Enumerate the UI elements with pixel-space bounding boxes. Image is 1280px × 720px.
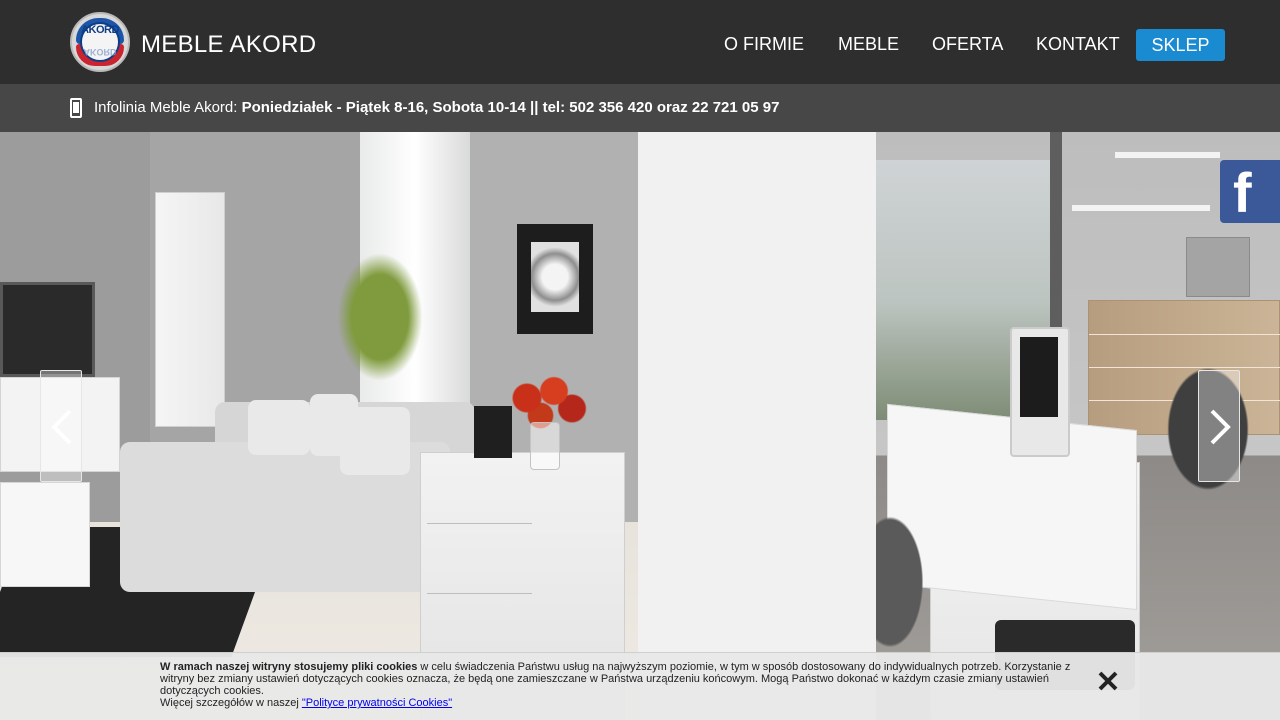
nav-kontakt[interactable]: KONTAKT — [1036, 34, 1120, 55]
nav-o-firmie[interactable]: O FIRMIE — [724, 34, 804, 55]
shelf — [1072, 205, 1210, 211]
computer-monitor — [1010, 327, 1070, 457]
nav-oferta[interactable]: OFERTA — [932, 34, 1003, 55]
slider-next-button[interactable] — [1198, 370, 1240, 482]
coffee-machine — [1186, 237, 1250, 297]
akord-logo[interactable]: AKORD AKORD — [70, 12, 130, 72]
cookie-bold: W ramach naszej witryny stosujemy pliki … — [160, 661, 418, 673]
nav-meble[interactable]: MEBLE — [838, 34, 899, 55]
slider-prev-button[interactable] — [40, 370, 82, 482]
info-prefix: Infolinia Meble Akord: — [94, 99, 242, 116]
vase — [530, 422, 560, 470]
wardrobe — [155, 192, 225, 427]
cookie-text: W ramach naszej witryny stosujemy pliki … — [160, 661, 1080, 709]
tv — [0, 282, 95, 377]
shelf — [1115, 152, 1220, 158]
phone-icon — [70, 98, 82, 118]
info-text: Infolinia Meble Akord: Poniedziałek - Pi… — [94, 99, 779, 116]
facebook-tab[interactable]: f — [1220, 160, 1280, 224]
chevron-left-icon — [51, 409, 72, 445]
info-hours: Poniedziałek - Piątek 8-16, Sobota 10-14… — [241, 99, 780, 116]
shop-button[interactable]: SKLEP — [1136, 29, 1225, 61]
drawer-line — [427, 593, 532, 594]
drawer-line — [427, 523, 532, 524]
cookie-policy-link[interactable]: "Polityce prywatności Cookies" — [302, 697, 452, 709]
plant — [330, 242, 430, 392]
blank-panel — [638, 132, 876, 720]
cookie-more: Więcej szczegółów w naszej — [160, 697, 302, 709]
office-chair — [876, 472, 946, 672]
site-brand[interactable]: MEBLE AKORD — [141, 31, 316, 59]
drawer-line — [1089, 334, 1280, 335]
hero-slider — [0, 132, 1280, 720]
wall-picture — [517, 224, 593, 334]
coffee-table — [0, 482, 90, 587]
pillow — [248, 400, 310, 455]
pillow — [340, 407, 410, 475]
facebook-icon: f — [1233, 161, 1252, 224]
logo-word: AKORD — [81, 24, 119, 36]
logo-word-reflection: AKORD — [83, 47, 117, 57]
close-icon[interactable] — [1097, 670, 1119, 692]
chevron-right-icon — [1210, 409, 1231, 445]
